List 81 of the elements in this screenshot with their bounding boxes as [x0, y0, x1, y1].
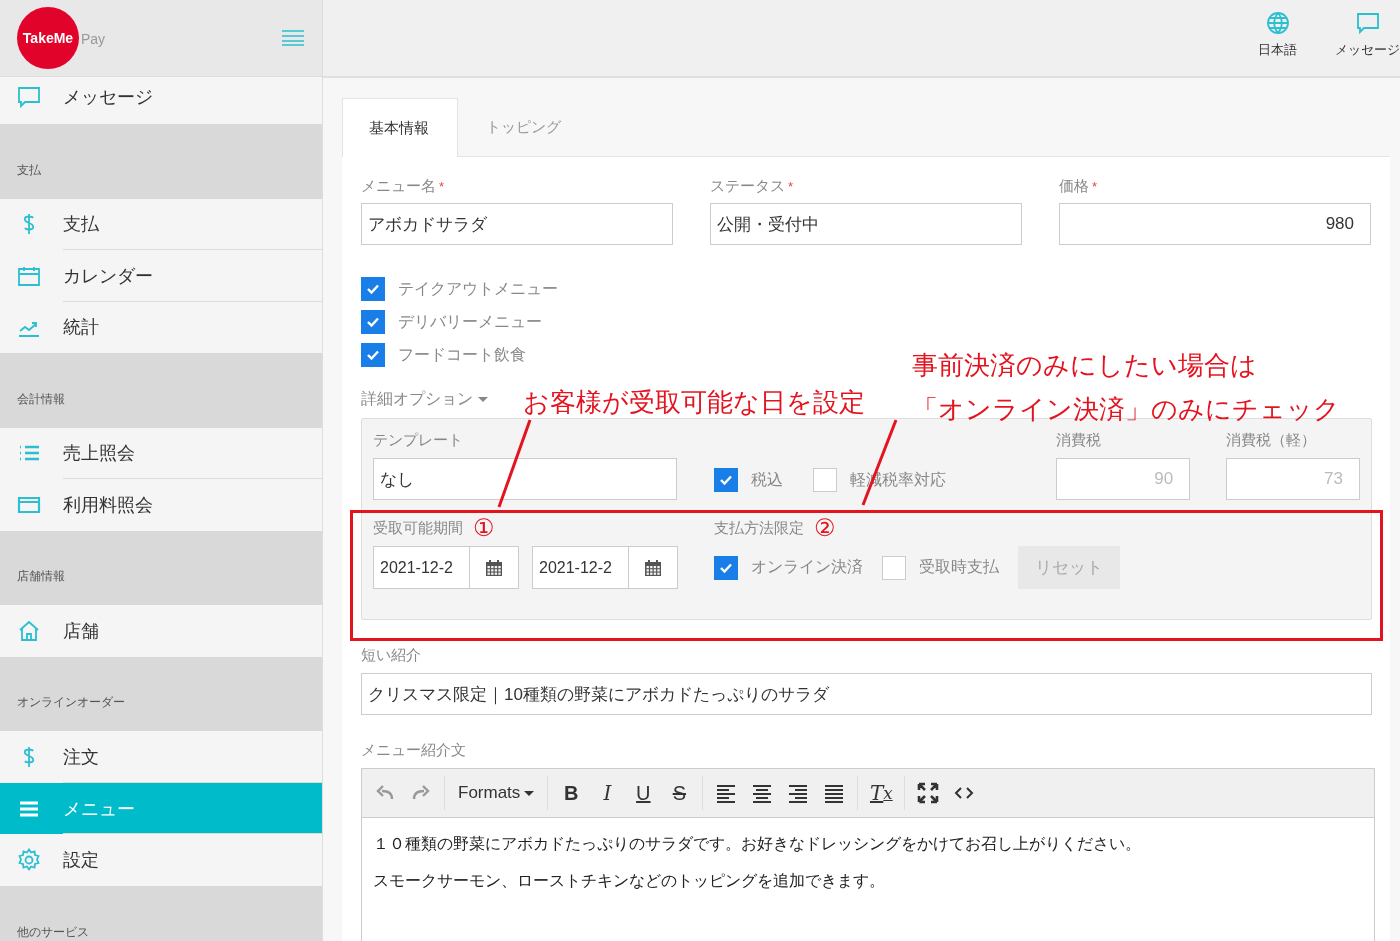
check-icon — [366, 282, 380, 296]
topbar-button[interactable]: 日本語 — [1258, 11, 1297, 59]
field-label: 短い紹介 — [361, 646, 422, 665]
input-field[interactable]: クリスマス限定｜10種類の野菜にアボカドたっぷりのサラダ — [361, 673, 1372, 715]
sidebar-item[interactable]: 設定 — [0, 834, 322, 886]
input-field[interactable]: アボカドサラダ — [361, 203, 673, 245]
logo-brand: TakeMe — [17, 7, 79, 70]
checkbox-label: フードコート飲食 — [398, 344, 526, 365]
required-mark: * — [788, 179, 794, 194]
field-label: テンプレート — [373, 431, 464, 450]
field-label: 消費税（軽） — [1226, 431, 1318, 450]
chat-icon — [1355, 11, 1380, 35]
checkbox-label: 税込 — [750, 469, 783, 490]
section-heading: 支払 — [17, 161, 41, 179]
annotation-number: ② — [814, 516, 836, 540]
date-field[interactable]: 2021-12-2 — [373, 546, 519, 589]
calendar-icon — [644, 558, 662, 577]
checkbox-label: テイクアウトメニュー — [398, 278, 558, 299]
topbar-button[interactable]: メッセージ — [1335, 11, 1400, 59]
input-field[interactable]: 980 — [1059, 203, 1371, 245]
field-label: 支払方法限定 — [714, 518, 804, 538]
logo-suffix: Pay — [81, 31, 106, 48]
checkbox-label: デリバリーメニュー — [398, 311, 542, 332]
check-icon — [366, 315, 380, 329]
sidebar-item[interactable]: 注文 — [0, 731, 322, 783]
required-mark: * — [439, 179, 445, 194]
bold-button[interactable]: B — [553, 776, 590, 810]
align-left-icon[interactable] — [715, 782, 738, 804]
checkbox-label: オンライン決済 — [751, 557, 863, 577]
check-icon — [366, 348, 380, 362]
sidebar-item[interactable]: 売上照会 — [0, 427, 322, 480]
formats-dropdown[interactable]: Formats — [450, 776, 543, 810]
sidebar-item[interactable]: 支払 — [0, 198, 322, 251]
paragraph: １０種類の野菜にアボカドたっぷりのサラダです。お好きなドレッシングをかけてお召し上がりください。 — [373, 834, 1142, 854]
required-mark: * — [1092, 179, 1098, 194]
section-heading: 他のサービス — [17, 923, 89, 941]
checkbox[interactable] — [361, 310, 385, 334]
annotation-number: ① — [473, 516, 495, 540]
field-label: メニュー名 — [361, 177, 436, 194]
section-heading: 店舗情報 — [17, 568, 65, 586]
field-label: メニュー紹介文 — [361, 741, 467, 760]
checkbox[interactable] — [714, 555, 738, 580]
chat-icon — [17, 85, 41, 110]
calendar-icon — [485, 558, 503, 577]
underline-button[interactable]: U — [625, 776, 662, 810]
annotation-text: 事前決済のみにしたい場合は — [912, 349, 1258, 382]
settings-icon — [17, 848, 41, 873]
globe-icon — [1265, 11, 1290, 35]
sidebar-item[interactable]: メッセージ — [0, 77, 322, 124]
paragraph: スモークサーモン、ローストチキンなどのトッピングを追加できます。 — [373, 871, 886, 891]
check-icon — [718, 473, 733, 487]
checkbox-label: 受取時支払 — [919, 557, 999, 577]
sidebar-item[interactable]: 利用料照会 — [0, 479, 322, 531]
input-field[interactable]: 公開・受付中 — [710, 203, 1022, 245]
field-label: ステータス — [710, 177, 785, 194]
annotation-text: 「オンライン決済」のみにチェック — [912, 393, 1340, 426]
sidebar-item[interactable]: 統計 — [0, 301, 322, 354]
justify-icon[interactable] — [823, 782, 846, 804]
checkbox[interactable] — [812, 468, 837, 492]
align-right-icon[interactable] — [787, 782, 810, 804]
fullscreen-icon[interactable] — [917, 782, 940, 804]
input-field[interactable]: なし — [373, 458, 677, 500]
field-label: 価格 — [1059, 177, 1089, 194]
checkbox[interactable] — [361, 343, 385, 367]
sidebar-item[interactable]: 店舗 — [0, 605, 322, 657]
strike-button[interactable]: S — [661, 776, 698, 810]
sidebar-item[interactable]: カレンダー — [0, 250, 322, 302]
italic-button[interactable]: I — [589, 776, 626, 810]
annotation-text: お客様が受取可能な日を設定 — [523, 386, 865, 419]
home-icon — [17, 619, 41, 644]
checkbox[interactable] — [882, 555, 906, 580]
checkbox[interactable] — [713, 468, 738, 492]
section-heading: オンラインオーダー — [17, 694, 125, 712]
date-field[interactable]: 2021-12-2 — [532, 546, 678, 589]
details-toggle[interactable]: 詳細オプション — [361, 389, 488, 410]
align-center-icon[interactable] — [751, 782, 774, 804]
checkbox[interactable] — [361, 277, 385, 301]
section-heading: 会計情報 — [17, 390, 65, 408]
field-label: 消費税 — [1056, 431, 1103, 450]
field-label: 受取可能期間 — [373, 518, 463, 538]
tab[interactable]: 基本情報 — [342, 98, 458, 157]
